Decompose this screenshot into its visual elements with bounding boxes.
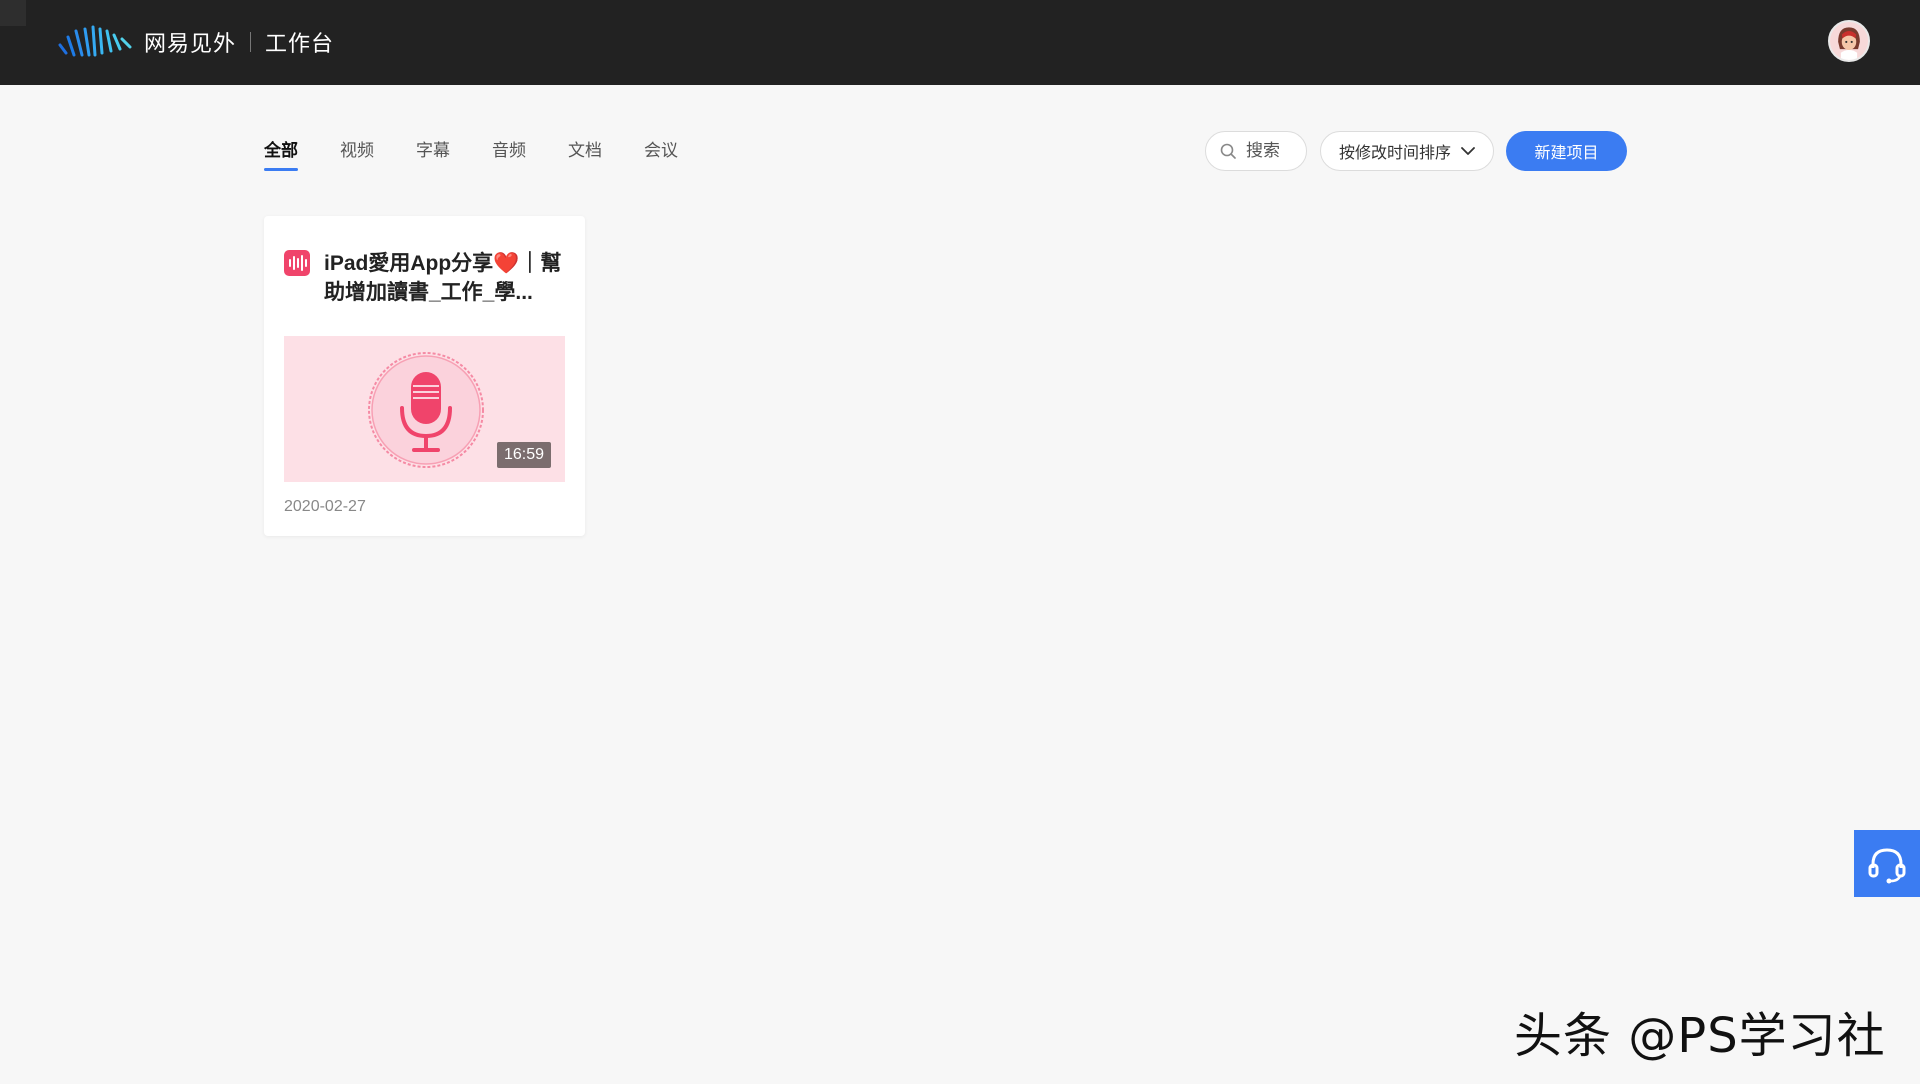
chevron-down-icon [1461, 147, 1475, 155]
search-icon [1220, 143, 1236, 159]
avatar-illustration [1830, 22, 1868, 60]
headset-icon [1868, 847, 1906, 883]
project-card[interactable]: iPad愛用App分享❤️｜幫助增加讀書_工作_學... 16:59 2020-… [264, 216, 585, 536]
project-date: 2020-02-27 [284, 498, 366, 515]
user-avatar-icon[interactable] [1828, 20, 1870, 62]
tab-subtitle[interactable]: 字幕 [416, 136, 450, 171]
top-bar: 网易见外 工作台 [0, 0, 1920, 85]
brand-divider [250, 32, 252, 52]
tab-meeting[interactable]: 会议 [644, 136, 678, 171]
sort-dropdown[interactable]: 按修改时间排序 [1320, 131, 1494, 171]
sort-dropdown-label: 按修改时间排序 [1338, 145, 1451, 162]
brand-name: 网易见外 [144, 31, 237, 56]
tab-audio[interactable]: 音频 [492, 136, 526, 171]
audio-bars-glyph [289, 255, 307, 271]
window-corner [0, 0, 26, 26]
brand[interactable]: 网易见外 工作台 [56, 22, 334, 62]
search-input[interactable] [1244, 140, 1294, 162]
tab-document[interactable]: 文档 [568, 136, 602, 171]
brand-subtitle: 工作台 [265, 31, 335, 56]
new-project-button[interactable]: 新建项目 [1506, 131, 1627, 171]
duration-badge: 16:59 [496, 442, 551, 468]
audio-file-icon [284, 250, 310, 276]
tab-all[interactable]: 全部 [264, 136, 298, 171]
project-thumbnail[interactable]: 16:59 [284, 336, 565, 482]
soundwave-logo-icon [58, 25, 132, 57]
watermark: 头条 @PS学习社 [1514, 1008, 1886, 1064]
search-box[interactable] [1205, 131, 1307, 171]
customer-support-button[interactable] [1854, 830, 1920, 897]
tab-video[interactable]: 视频 [340, 136, 374, 171]
category-tabs: 全部 视频 字幕 音频 文档 会议 [264, 136, 720, 171]
project-title[interactable]: iPad愛用App分享❤️｜幫助增加讀書_工作_學... [324, 249, 564, 307]
